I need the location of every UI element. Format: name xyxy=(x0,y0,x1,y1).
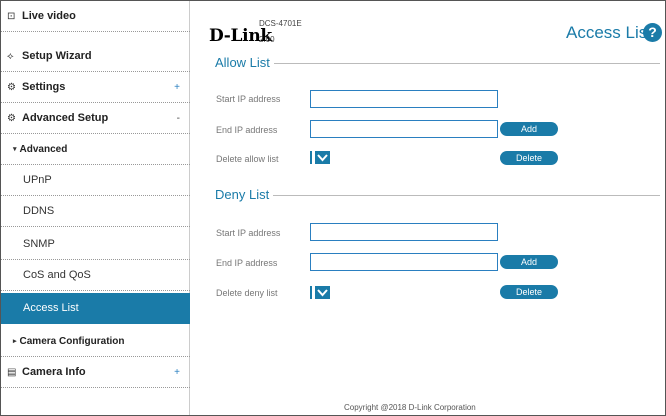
sidebar-item-label: CoS and QoS xyxy=(23,269,91,281)
sidebar-item-label: Access List xyxy=(23,302,79,314)
chevron-down-icon xyxy=(315,286,330,299)
deny-delete-button[interactable]: Delete xyxy=(500,285,558,299)
deny-list-divider xyxy=(271,195,660,196)
triangle-down-icon: ▾ xyxy=(13,146,17,153)
allow-add-button[interactable]: Add xyxy=(500,122,558,136)
deny-list-title: Deny List xyxy=(215,187,274,202)
sidebar-item-label: Settings xyxy=(22,81,66,93)
sidebar: ⊡ Live video ⟡ Setup Wizard ⚙ Settings +… xyxy=(1,1,190,415)
sidebar-item-label: SNMP xyxy=(23,238,55,250)
sidebar-item-live-video[interactable]: ⊡ Live video xyxy=(1,1,190,32)
sidebar-item-settings[interactable]: ⚙ Settings + xyxy=(1,72,190,103)
deny-start-ip-label: Start IP address xyxy=(216,228,281,238)
sidebar-item-advanced-setup[interactable]: ⚙ Advanced Setup - xyxy=(1,103,190,134)
settings-gear-icon: ⚙ xyxy=(7,81,16,93)
sidebar-item-label: Setup Wizard xyxy=(22,50,92,62)
model-name: DCS-4701E xyxy=(259,19,302,28)
allow-end-ip-input[interactable] xyxy=(310,120,498,138)
sidebar-item-cos-and-qos[interactable]: CoS and QoS xyxy=(1,260,190,291)
firmware-version: 2.00 xyxy=(259,35,275,44)
advanced-setup-icon: ⚙ xyxy=(7,112,16,124)
sidebar-item-camera-configuration[interactable]: ▸ Camera Configuration xyxy=(1,326,190,357)
sidebar-item-upnp[interactable]: UPnP xyxy=(1,165,190,196)
sidebar-item-label: UPnP xyxy=(23,174,52,186)
sidebar-item-access-list[interactable]: Access List xyxy=(1,293,190,324)
allow-start-ip-input[interactable] xyxy=(310,90,498,108)
app-frame: ⊡ Live video ⟡ Setup Wizard ⚙ Settings +… xyxy=(0,0,666,416)
sidebar-item-label: Live video xyxy=(22,10,76,22)
deny-end-ip-input[interactable] xyxy=(310,253,498,271)
collapse-minus-icon[interactable]: - xyxy=(177,113,180,124)
live-video-icon: ⊡ xyxy=(7,10,16,22)
delete-allow-list-label: Delete allow list xyxy=(216,154,279,164)
help-icon[interactable]: ? xyxy=(643,23,662,42)
page-title: Access List xyxy=(566,23,652,42)
sidebar-item-label: Camera Configuration xyxy=(19,335,125,347)
triangle-right-icon: ▸ xyxy=(13,338,17,345)
sidebar-item-camera-info[interactable]: ▤ Camera Info + xyxy=(1,357,190,388)
expand-plus-icon[interactable]: + xyxy=(174,367,180,378)
delete-deny-list-select[interactable] xyxy=(310,286,332,299)
sidebar-item-label: DDNS xyxy=(23,205,55,217)
copyright-text: Copyright @2018 D-Link Corporation xyxy=(344,403,476,412)
allow-end-ip-label: End IP address xyxy=(216,125,278,135)
expand-plus-icon[interactable]: + xyxy=(174,82,180,93)
deny-add-button[interactable]: Add xyxy=(500,255,558,269)
camera-info-icon: ▤ xyxy=(7,366,17,378)
sidebar-item-advanced[interactable]: ▾ Advanced xyxy=(1,134,190,165)
allow-delete-button[interactable]: Delete xyxy=(500,151,558,165)
sidebar-item-label: Advanced Setup xyxy=(22,112,109,124)
sidebar-item-setup-wizard[interactable]: ⟡ Setup Wizard xyxy=(1,41,190,72)
allow-list-title: Allow List xyxy=(215,55,274,70)
sidebar-item-ddns[interactable]: DDNS xyxy=(1,196,190,227)
deny-start-ip-input[interactable] xyxy=(310,223,498,241)
wizard-wand-icon: ⟡ xyxy=(7,50,14,62)
sidebar-item-snmp[interactable]: SNMP xyxy=(1,229,190,260)
sidebar-item-label: Advanced xyxy=(19,143,68,155)
delete-allow-list-select[interactable] xyxy=(310,151,332,164)
allow-start-ip-label: Start IP address xyxy=(216,94,281,104)
chevron-down-icon xyxy=(315,151,330,164)
sidebar-item-label: Camera Info xyxy=(22,366,86,378)
delete-deny-list-label: Delete deny list xyxy=(216,288,278,298)
deny-end-ip-label: End IP address xyxy=(216,258,278,268)
allow-list-divider xyxy=(271,63,660,64)
